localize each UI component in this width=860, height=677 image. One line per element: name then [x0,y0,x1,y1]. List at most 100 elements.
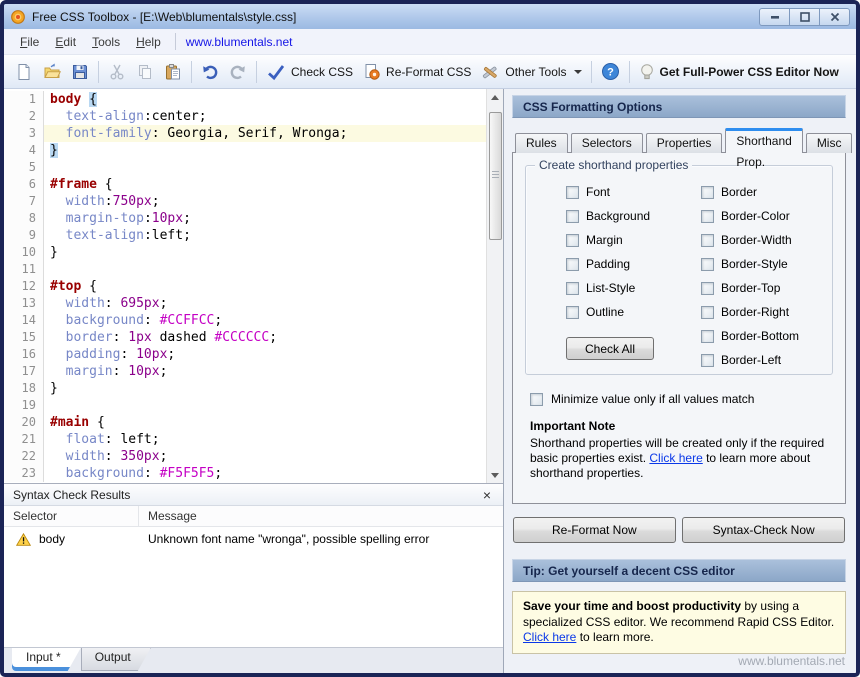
line-number: 2 [4,108,44,125]
code-line[interactable]: 8 margin-top:10px; [4,210,486,227]
checkbox-row: Background [566,204,701,228]
tab-misc[interactable]: Misc [806,133,853,153]
code-text [44,261,486,278]
undo-button[interactable] [196,59,224,85]
checkbox-list-style[interactable] [566,282,579,295]
save-button[interactable] [66,59,94,85]
close-button[interactable] [819,8,850,26]
maximize-button[interactable] [789,8,820,26]
checkbox-font[interactable] [566,186,579,199]
checkbox-border-top[interactable] [701,282,714,295]
code-text: margin: 10px; [44,363,486,380]
code-line[interactable]: 14 background: #CCFFCC; [4,312,486,329]
result-row[interactable]: bodyUnknown font name "wronga", possible… [4,527,503,551]
code-line[interactable]: 3 font-family: Georgia, Serif, Wronga; [4,125,486,142]
code-text: text-align:left; [44,227,486,244]
new-file-button[interactable] [10,59,38,85]
bottom-tab-input[interactable]: Input * [12,648,81,671]
code-text: padding: 10px; [44,346,486,363]
results-close-button[interactable]: × [480,488,494,502]
line-number: 16 [4,346,44,363]
reformat-css-button[interactable]: Re-Format CSS [358,59,476,85]
check-all-button[interactable]: Check All [566,337,654,360]
checkbox-border-bottom[interactable] [701,330,714,343]
code-line[interactable]: 23 background: #F5F5F5; [4,465,486,482]
code-line[interactable]: 13 width: 695px; [4,295,486,312]
title-bar[interactable]: Free CSS Toolbox - [E:\Web\blumentals\st… [4,4,856,29]
scroll-up-button[interactable] [487,89,503,105]
checkbox-label-border-right: Border-Right [721,305,789,319]
results-header: Syntax Check Results × [4,484,503,506]
cut-button[interactable] [103,59,131,85]
redo-button[interactable] [224,59,252,85]
blumentals-link[interactable]: www.blumentals.net [182,31,297,53]
copy-button[interactable] [131,59,159,85]
code-line[interactable]: 6#frame { [4,176,486,193]
code-line[interactable]: 20#main { [4,414,486,431]
tip-link[interactable]: Click here [523,630,576,644]
open-file-button[interactable] [38,59,66,85]
reformat-now-button[interactable]: Re-Format Now [513,517,676,543]
code-line[interactable]: 2 text-align:center; [4,108,486,125]
paste-button[interactable] [159,59,187,85]
checkbox-border-color[interactable] [701,210,714,223]
menu-tools[interactable]: Tools [84,31,128,53]
get-full-editor-button[interactable]: Get Full-Power CSS Editor Now [634,59,844,85]
column-header-message[interactable]: Message [139,506,503,526]
css-code-editor[interactable]: 1body {2 text-align:center;3 font-family… [4,89,503,483]
code-line[interactable]: 17 margin: 10px; [4,363,486,380]
code-line[interactable]: 5 [4,159,486,176]
checkbox-margin[interactable] [566,234,579,247]
checkbox-row: Outline [566,300,701,324]
code-line[interactable]: 12#top { [4,278,486,295]
tab-selectors[interactable]: Selectors [571,133,643,153]
syntax-check-results-panel: Syntax Check Results × Selector Message … [4,483,503,647]
column-header-selector[interactable]: Selector [4,506,139,526]
open-folder-icon [43,63,61,81]
checkbox-border-left[interactable] [701,354,714,367]
code-line[interactable]: 22 width: 350px; [4,448,486,465]
checkbox-border-width[interactable] [701,234,714,247]
checkbox-border-style[interactable] [701,258,714,271]
app-window: Free CSS Toolbox - [E:\Web\blumentals\st… [0,0,860,677]
checkbox-column-right: BorderBorder-ColorBorder-WidthBorder-Sty… [701,180,826,372]
tab-properties[interactable]: Properties [646,133,723,153]
code-line[interactable]: 11 [4,261,486,278]
toolbar: Check CSS Re-Format CSS Other Tools ? [4,55,856,89]
note-link[interactable]: Click here [649,451,702,465]
code-line[interactable]: 10} [4,244,486,261]
editor-scrollbar[interactable] [486,89,503,483]
code-line[interactable]: 7 width:750px; [4,193,486,210]
bottom-tab-output[interactable]: Output [81,648,151,671]
code-line[interactable]: 4} [4,142,486,159]
code-line[interactable]: 9 text-align:left; [4,227,486,244]
tab-shorthand-prop[interactable]: Shorthand Prop. [725,128,802,153]
checkbox-padding[interactable] [566,258,579,271]
scroll-down-button[interactable] [487,467,503,483]
code-line[interactable]: 1body { [4,91,486,108]
code-line[interactable]: 19 [4,397,486,414]
checkbox-border[interactable] [701,186,714,199]
code-line[interactable]: 16 padding: 10px; [4,346,486,363]
checkbox-row: Border-Style [701,252,826,276]
help-button[interactable]: ? [596,58,625,85]
menu-edit[interactable]: Edit [47,31,84,53]
checkmark-icon [266,63,286,81]
minimize-values-checkbox[interactable] [530,393,543,406]
scrollbar-thumb[interactable] [489,112,502,240]
code-line[interactable]: 18} [4,380,486,397]
minimize-button[interactable] [759,8,790,26]
code-line[interactable]: 15 border: 1px dashed #CCCCCC; [4,329,486,346]
tab-rules[interactable]: Rules [515,133,568,153]
checkbox-outline[interactable] [566,306,579,319]
other-tools-button[interactable]: Other Tools [476,59,586,85]
tools-icon [481,63,500,81]
syntax-check-now-button[interactable]: Syntax-Check Now [682,517,845,543]
menu-file[interactable]: File [12,31,47,53]
checkbox-border-right[interactable] [701,306,714,319]
check-css-button[interactable]: Check CSS [261,59,358,85]
code-area[interactable]: 1body {2 text-align:center;3 font-family… [4,89,486,483]
checkbox-background[interactable] [566,210,579,223]
code-line[interactable]: 21 float: left; [4,431,486,448]
menu-help[interactable]: Help [128,31,169,53]
